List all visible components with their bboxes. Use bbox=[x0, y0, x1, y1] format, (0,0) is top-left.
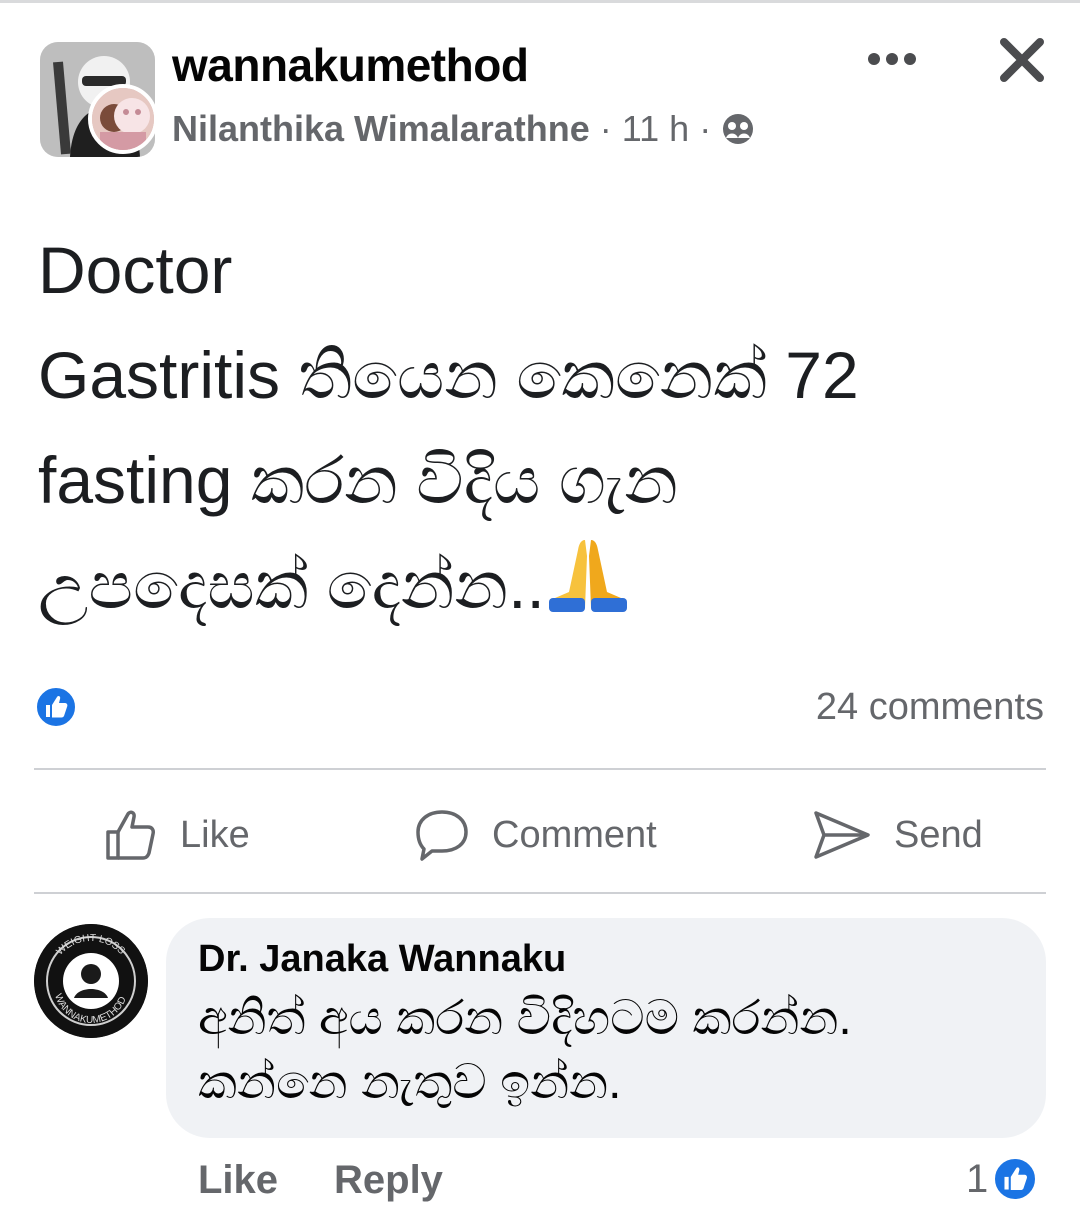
post-line: උපදෙසක් දෙන්න.. bbox=[38, 548, 545, 622]
author-avatar bbox=[88, 84, 158, 154]
group-avatar[interactable] bbox=[40, 42, 158, 160]
send-button[interactable]: Send bbox=[812, 800, 983, 870]
comment-reply-button[interactable]: Reply bbox=[334, 1158, 443, 1203]
meta-separator-2: · bbox=[699, 108, 712, 149]
comment-reactions[interactable]: 1 bbox=[966, 1156, 1039, 1202]
comments-count-link[interactable]: 24 comments bbox=[816, 686, 1044, 729]
thumbs-up-icon bbox=[106, 810, 155, 860]
comment-line: කන්නෙ නැතුව ඉන්න. bbox=[198, 1056, 622, 1109]
comment-bubble-icon bbox=[416, 810, 468, 861]
top-divider bbox=[0, 0, 1080, 3]
post-meta: Nilanthika Wimalarathne · 11 h · bbox=[172, 108, 755, 150]
post-line: Doctor bbox=[38, 233, 233, 307]
comment-line: අනිත් අය කරන විදිහටම කරන්න. bbox=[198, 992, 852, 1045]
group-name-link[interactable]: wannakumethod bbox=[172, 38, 529, 92]
comment-like-button[interactable]: Like bbox=[198, 1158, 278, 1203]
close-button[interactable] bbox=[996, 34, 1048, 86]
send-icon bbox=[814, 811, 870, 859]
more-dot-icon bbox=[868, 53, 880, 65]
audience-group-icon bbox=[721, 112, 755, 146]
close-icon bbox=[1000, 38, 1044, 82]
like-reaction-icon[interactable] bbox=[34, 685, 78, 729]
like-label: Like bbox=[180, 813, 250, 856]
post-time[interactable]: 11 h bbox=[622, 108, 689, 150]
divider bbox=[34, 768, 1046, 770]
more-dot-icon bbox=[904, 53, 916, 65]
send-label: Send bbox=[894, 813, 983, 856]
commenter-avatar[interactable]: WEIGHT LOSS WANNAKUMETHOD bbox=[34, 924, 148, 1038]
commenter-name-link[interactable]: Dr. Janaka Wannaku bbox=[198, 938, 1014, 981]
comment-label: Comment bbox=[492, 813, 657, 856]
meta-separator: · bbox=[599, 108, 612, 149]
post-line: fasting කරන විදිය ගැන bbox=[38, 443, 678, 517]
more-dot-icon bbox=[886, 53, 898, 65]
folded-hands-icon bbox=[545, 536, 631, 616]
comment-like-count: 1 bbox=[966, 1156, 989, 1201]
author-name-link[interactable]: Nilanthika Wimalarathne bbox=[172, 108, 590, 150]
divider bbox=[34, 892, 1046, 894]
like-reaction-icon bbox=[992, 1156, 1039, 1202]
more-options-button[interactable] bbox=[862, 44, 922, 74]
comment-button[interactable]: Comment bbox=[414, 800, 657, 870]
post-line: Gastritis තියෙන කෙනෙක් 72 bbox=[38, 338, 859, 412]
like-button[interactable]: Like bbox=[104, 800, 250, 870]
comment-bubble: Dr. Janaka Wannaku අනිත් අය කරන විදිහටම … bbox=[166, 918, 1046, 1138]
post-line-last: උපදෙසක් දෙන්න.. bbox=[38, 533, 1048, 638]
comment-text: අනිත් අය කරන විදිහටම කරන්න. කන්නෙ නැතුව … bbox=[198, 987, 1014, 1115]
post-message: Doctor Gastritis තියෙන කෙනෙක් 72 fasting… bbox=[38, 218, 1048, 638]
